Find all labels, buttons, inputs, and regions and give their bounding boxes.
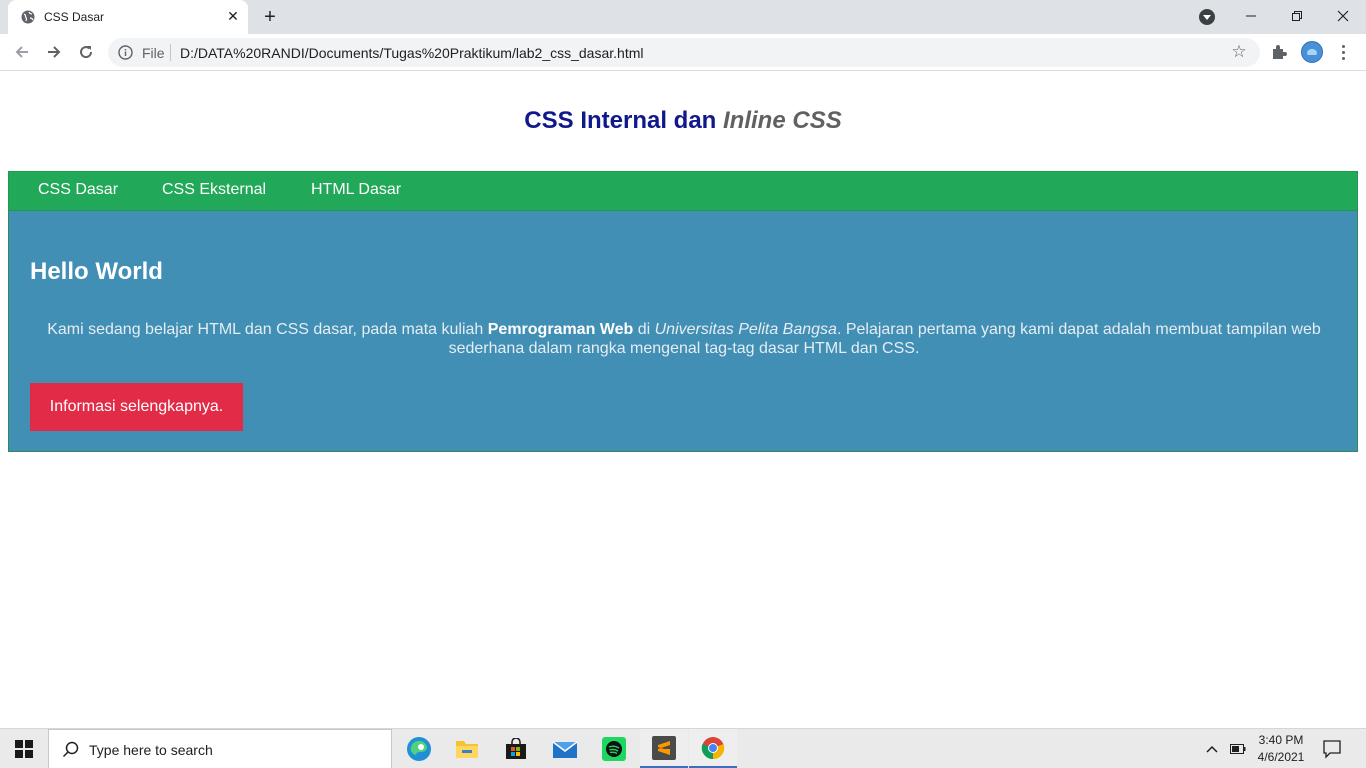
battery-icon[interactable] — [1230, 743, 1246, 755]
search-placeholder: Type here to search — [89, 742, 213, 758]
taskbar-search-box[interactable]: Type here to search — [48, 729, 392, 768]
arrow-right-icon — [48, 46, 61, 58]
info-icon[interactable] — [118, 45, 133, 60]
file-explorer-icon[interactable] — [443, 729, 491, 768]
clock-time: 3:40 PM — [1258, 733, 1304, 747]
search-icon — [62, 741, 79, 758]
sublime-text-icon[interactable] — [640, 729, 688, 768]
hero-text-part: di — [633, 321, 655, 338]
reload-icon — [80, 46, 93, 59]
arrow-left-icon — [15, 46, 28, 58]
chrome-icon[interactable] — [689, 729, 737, 768]
browser-menu-icon[interactable] — [1334, 41, 1352, 63]
forward-button[interactable] — [42, 40, 66, 64]
nav-link-html-dasar[interactable]: HTML Dasar — [311, 181, 401, 199]
university-name: Universitas Pelita Bangsa — [654, 321, 837, 338]
page-title-emphasis: Inline CSS — [723, 107, 842, 134]
minimize-button[interactable] — [1228, 0, 1274, 32]
chevron-up-icon[interactable] — [1204, 741, 1220, 757]
notification-center-icon[interactable] — [1322, 739, 1342, 759]
mail-icon[interactable] — [541, 729, 589, 768]
globe-icon — [21, 10, 35, 24]
url-text[interactable]: D:/DATA%20RANDI/Documents/Tugas%20Prakti… — [180, 45, 643, 61]
taskbar-clock[interactable]: 3:40 PM 4/6/2021 — [1252, 732, 1310, 766]
edge-icon[interactable] — [395, 729, 443, 768]
divider — [170, 44, 171, 61]
more-info-button[interactable]: Informasi selengkapnya. — [30, 383, 243, 431]
tab-title: CSS Dasar — [44, 10, 105, 24]
nav-link-css-eksternal[interactable]: CSS Eksternal — [162, 181, 266, 199]
start-button[interactable] — [0, 729, 48, 768]
hero-text-part: Kami sedang belajar HTML dan CSS dasar, … — [47, 321, 488, 338]
close-tab-icon[interactable]: ✕ — [225, 8, 241, 24]
nav-link-css-dasar[interactable]: CSS Dasar — [38, 181, 118, 199]
close-window-button[interactable] — [1320, 0, 1366, 32]
new-tab-button[interactable]: + — [258, 5, 282, 29]
tab-search-icon[interactable] — [1199, 9, 1215, 25]
browser-tab[interactable]: CSS Dasar ✕ — [8, 0, 248, 34]
windows-taskbar: Type here to search 3:40 PM 4/6/2021 — [0, 728, 1366, 768]
spotify-icon[interactable] — [590, 729, 638, 768]
hero-section: Hello World Kami sedang belajar HTML dan… — [8, 211, 1358, 452]
back-button[interactable] — [10, 40, 34, 64]
reload-button[interactable] — [74, 40, 98, 64]
site-navigation: CSS Dasar CSS Eksternal HTML Dasar — [8, 171, 1358, 211]
url-scheme-label: File — [142, 45, 165, 61]
address-bar[interactable]: File D:/DATA%20RANDI/Documents/Tugas%20P… — [108, 38, 1260, 67]
page-header: CSS Internal dan Inline CSS — [0, 71, 1366, 171]
bookmark-star-icon[interactable]: ☆ — [1230, 43, 1248, 61]
profile-avatar[interactable] — [1301, 41, 1323, 63]
hero-paragraph: Kami sedang belajar HTML dan CSS dasar, … — [30, 320, 1338, 358]
clock-date: 4/6/2021 — [1257, 750, 1305, 764]
browser-toolbar: File D:/DATA%20RANDI/Documents/Tugas%20P… — [0, 34, 1366, 71]
course-name: Pemrograman Web — [487, 321, 634, 338]
windows-logo-icon — [15, 740, 33, 758]
hero-heading: Hello World — [30, 258, 163, 285]
store-icon[interactable] — [492, 729, 540, 768]
page-title-main: CSS Internal dan — [524, 107, 717, 134]
extensions-puzzle-icon[interactable] — [1270, 43, 1288, 61]
page-title: CSS Internal dan Inline CSS — [524, 107, 841, 135]
browser-tabstrip: CSS Dasar ✕ + — [0, 0, 1366, 34]
restore-button[interactable] — [1274, 0, 1320, 32]
